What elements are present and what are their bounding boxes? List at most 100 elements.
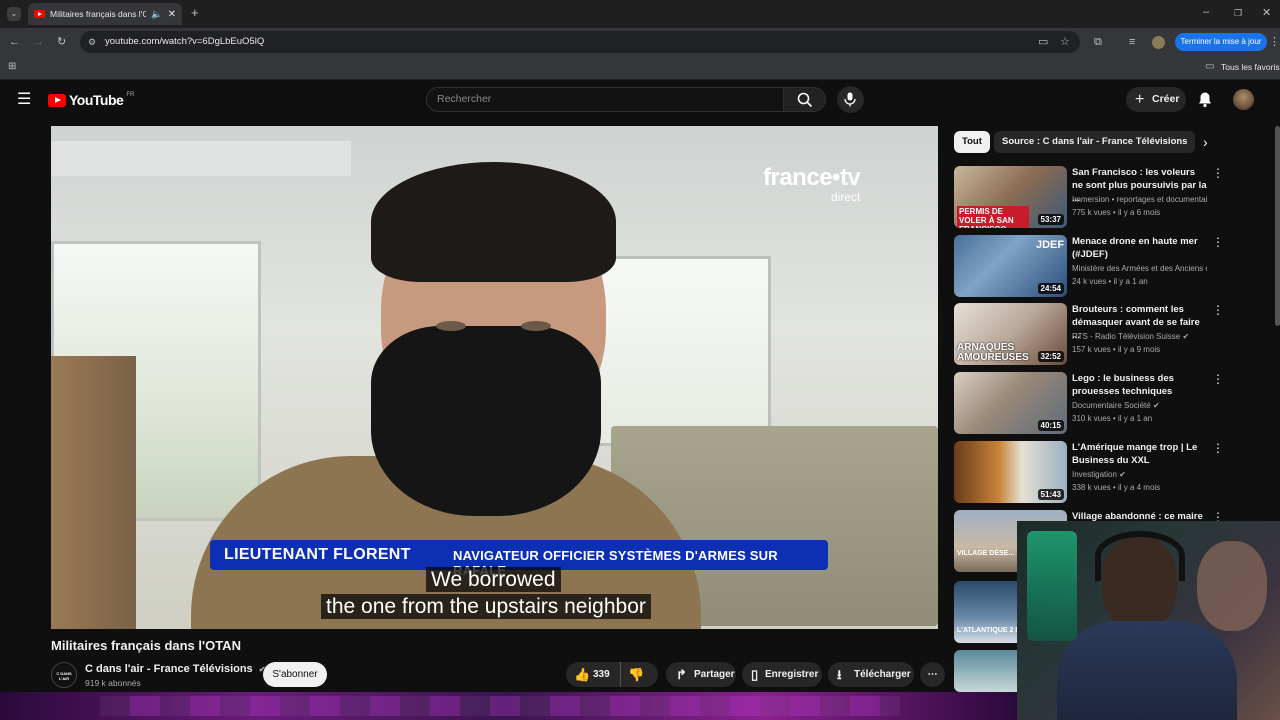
share-button[interactable]: ↱ Partager [666, 662, 736, 687]
page-scrollbar[interactable] [1275, 126, 1280, 326]
channel-name-text: Investigation [1072, 470, 1117, 479]
video-duration: 53:37 [1037, 214, 1064, 225]
watermark-sub: direct [830, 190, 861, 204]
recommendation-item[interactable]: 51:43 L'Amérique mange trop | Le Busines… [954, 441, 1234, 503]
search-button[interactable] [784, 87, 826, 112]
tab-close-icon[interactable]: ✕ [168, 9, 176, 20]
watermark-brand: france•tv [763, 164, 861, 191]
recommendation-channel[interactable]: Ministère des Armées et des Anciens co..… [1072, 264, 1207, 273]
plus-icon: + [1135, 91, 1145, 108]
reload-icon[interactable]: ↻ [57, 36, 66, 48]
chip-source[interactable]: Source : C dans l'air - France Télévisio… [994, 131, 1196, 153]
forward-icon[interactable]: → [33, 36, 44, 48]
channel-name[interactable]: C dans l'air - France Télévisions ✔ [85, 663, 265, 675]
share-label: Partager [694, 669, 735, 680]
video-player[interactable]: france•tv direct LIEUTENANT FLORENT NAVI… [51, 126, 938, 629]
menu-dots-icon[interactable]: ⋮ [1269, 36, 1280, 48]
video-thumbnail[interactable]: ARNAQUES AMOUREUSES 32:52 [954, 303, 1067, 365]
video-person-mask [371, 326, 601, 516]
bookmark-star-icon[interactable]: ☆ [1060, 36, 1070, 48]
create-label: Créer [1152, 93, 1180, 105]
more-vertical-icon[interactable]: ⋮ [1212, 372, 1224, 386]
video-duration: 24:54 [1037, 283, 1064, 294]
browser-toolbar: ← → ↻ ⚙ youtube.com/watch?v=6DgLbEuO5lQ … [0, 28, 1280, 56]
lower-third-banner: LIEUTENANT FLORENT NAVIGATEUR OFFICIER S… [210, 540, 828, 578]
hamburger-menu-icon[interactable]: ☰ [17, 92, 31, 108]
download-button[interactable]: ⭳ Télécharger [828, 662, 914, 687]
recommendation-item[interactable]: ARNAQUES AMOUREUSES 32:52 Brouteurs : co… [954, 303, 1234, 365]
maximize-icon[interactable]: ❐ [1234, 7, 1242, 19]
cast-icon[interactable]: ▭ [1038, 36, 1048, 48]
download-icon: ⭳ [837, 667, 842, 682]
stream-overlay-strip [0, 692, 1017, 720]
profile-avatar-icon[interactable] [1152, 36, 1165, 49]
thumbnail-text: L'ATLANTIQUE 2 F... [957, 627, 1025, 634]
search-icon [797, 92, 813, 108]
youtube-logo[interactable]: YouTube FR [48, 92, 134, 108]
recommendation-item[interactable]: PERMIS DE VOLER À SAN FRANCISCO 53:37 Sa… [954, 166, 1234, 228]
video-window-right [591, 256, 771, 446]
new-tab-icon[interactable]: + [191, 6, 199, 19]
webcam-headset [1095, 531, 1185, 581]
account-avatar[interactable] [1233, 89, 1254, 110]
site-info-icon[interactable]: ⚙ [88, 31, 96, 53]
verified-icon: ✔ [1152, 401, 1160, 410]
channel-avatar[interactable]: C DANS L'AIR [51, 662, 77, 688]
voice-search-button[interactable] [837, 86, 864, 113]
thumbs-down-icon[interactable]: 👎 [628, 662, 644, 687]
video-left-person [51, 356, 136, 629]
recommendation-title[interactable]: Menace drone en haute mer (#JDEF) [1072, 235, 1207, 261]
video-thumbnail[interactable]: 40:15 [954, 372, 1067, 434]
webcam-overlay [1017, 521, 1280, 720]
recommendation-meta: 338 k vues • il y a 4 mois [1072, 483, 1161, 492]
recommendation-title[interactable]: Lego : le business des prouesses techniq… [1072, 372, 1207, 398]
thumbs-up-icon: 👍 [574, 667, 591, 682]
recommendation-title[interactable]: L'Amérique mange trop | Le Business du X… [1072, 441, 1207, 467]
save-button[interactable]: ▯ Enregistrer [742, 662, 822, 687]
tab-list-icon[interactable]: ⌄ [7, 7, 21, 21]
download-label: Télécharger [854, 669, 911, 680]
more-horizontal-icon: ⋯ [927, 669, 938, 680]
video-person-eye-right [521, 321, 551, 331]
channel-name-text: Documentaire Société [1072, 401, 1151, 410]
subscribe-button[interactable]: S'abonner [263, 662, 327, 687]
video-thumbnail[interactable]: 51:43 [954, 441, 1067, 503]
reading-list-icon[interactable]: ≡ [1129, 36, 1135, 48]
video-duration: 51:43 [1037, 489, 1064, 500]
audio-icon[interactable]: 🔈 [151, 9, 162, 20]
like-count: 339 [593, 669, 610, 680]
recommendation-item[interactable]: JDEF 24:54 Menace drone en haute mer (#J… [954, 235, 1234, 297]
recommendation-item[interactable]: 40:15 Lego : le business des prouesses t… [954, 372, 1234, 434]
close-window-icon[interactable]: ✕ [1262, 7, 1271, 19]
browser-tab[interactable]: Militaires français dans l'OTA 🔈 ✕ [28, 3, 182, 25]
more-vertical-icon[interactable]: ⋮ [1212, 441, 1224, 455]
tab-title: Militaires français dans l'OTA [50, 9, 147, 19]
video-thumbnail[interactable]: PERMIS DE VOLER À SAN FRANCISCO 53:37 [954, 166, 1067, 228]
more-vertical-icon[interactable]: ⋮ [1212, 303, 1224, 317]
recommendation-meta: 157 k vues • il y a 9 mois [1072, 345, 1161, 354]
recommendation-channel[interactable]: Investigation ✔ [1072, 470, 1207, 479]
extensions-icon[interactable]: ⧉ [1094, 36, 1102, 48]
all-bookmarks-link[interactable]: Tous les favoris [1221, 62, 1280, 72]
like-button[interactable]: 👍 339 [566, 662, 621, 687]
apps-grid-icon[interactable]: ⊞ [8, 61, 16, 73]
recommendation-channel[interactable]: Documentaire Société ✔ [1072, 401, 1207, 410]
minimize-icon[interactable]: – [1203, 6, 1209, 18]
more-vertical-icon[interactable]: ⋮ [1212, 235, 1224, 249]
recommendation-channel[interactable]: Immersion • reportages et documentair... [1072, 195, 1207, 204]
video-thumbnail[interactable]: JDEF 24:54 [954, 235, 1067, 297]
notifications-bell-icon[interactable] [1197, 91, 1213, 108]
more-vertical-icon[interactable]: ⋮ [1212, 166, 1224, 180]
chips-next-icon[interactable]: › [1203, 134, 1208, 150]
back-icon[interactable]: ← [9, 36, 20, 48]
search-input[interactable]: Rechercher [426, 87, 784, 112]
update-button[interactable]: Terminer la mise à jour [1175, 33, 1267, 51]
chip-all[interactable]: Tout [954, 131, 990, 153]
channel-name-text: RTS - Radio Télévision Suisse [1072, 332, 1181, 341]
subtitle-line-2: the one from the upstairs neighbor [321, 594, 651, 619]
recommendation-channel[interactable]: RTS - Radio Télévision Suisse ✔ [1072, 332, 1207, 341]
more-actions-button[interactable]: ⋯ [920, 662, 945, 687]
youtube-logo-text: YouTube [69, 92, 124, 108]
address-bar[interactable]: ⚙ youtube.com/watch?v=6DgLbEuO5lQ [80, 31, 1080, 53]
create-button[interactable]: + Créer [1126, 87, 1186, 112]
